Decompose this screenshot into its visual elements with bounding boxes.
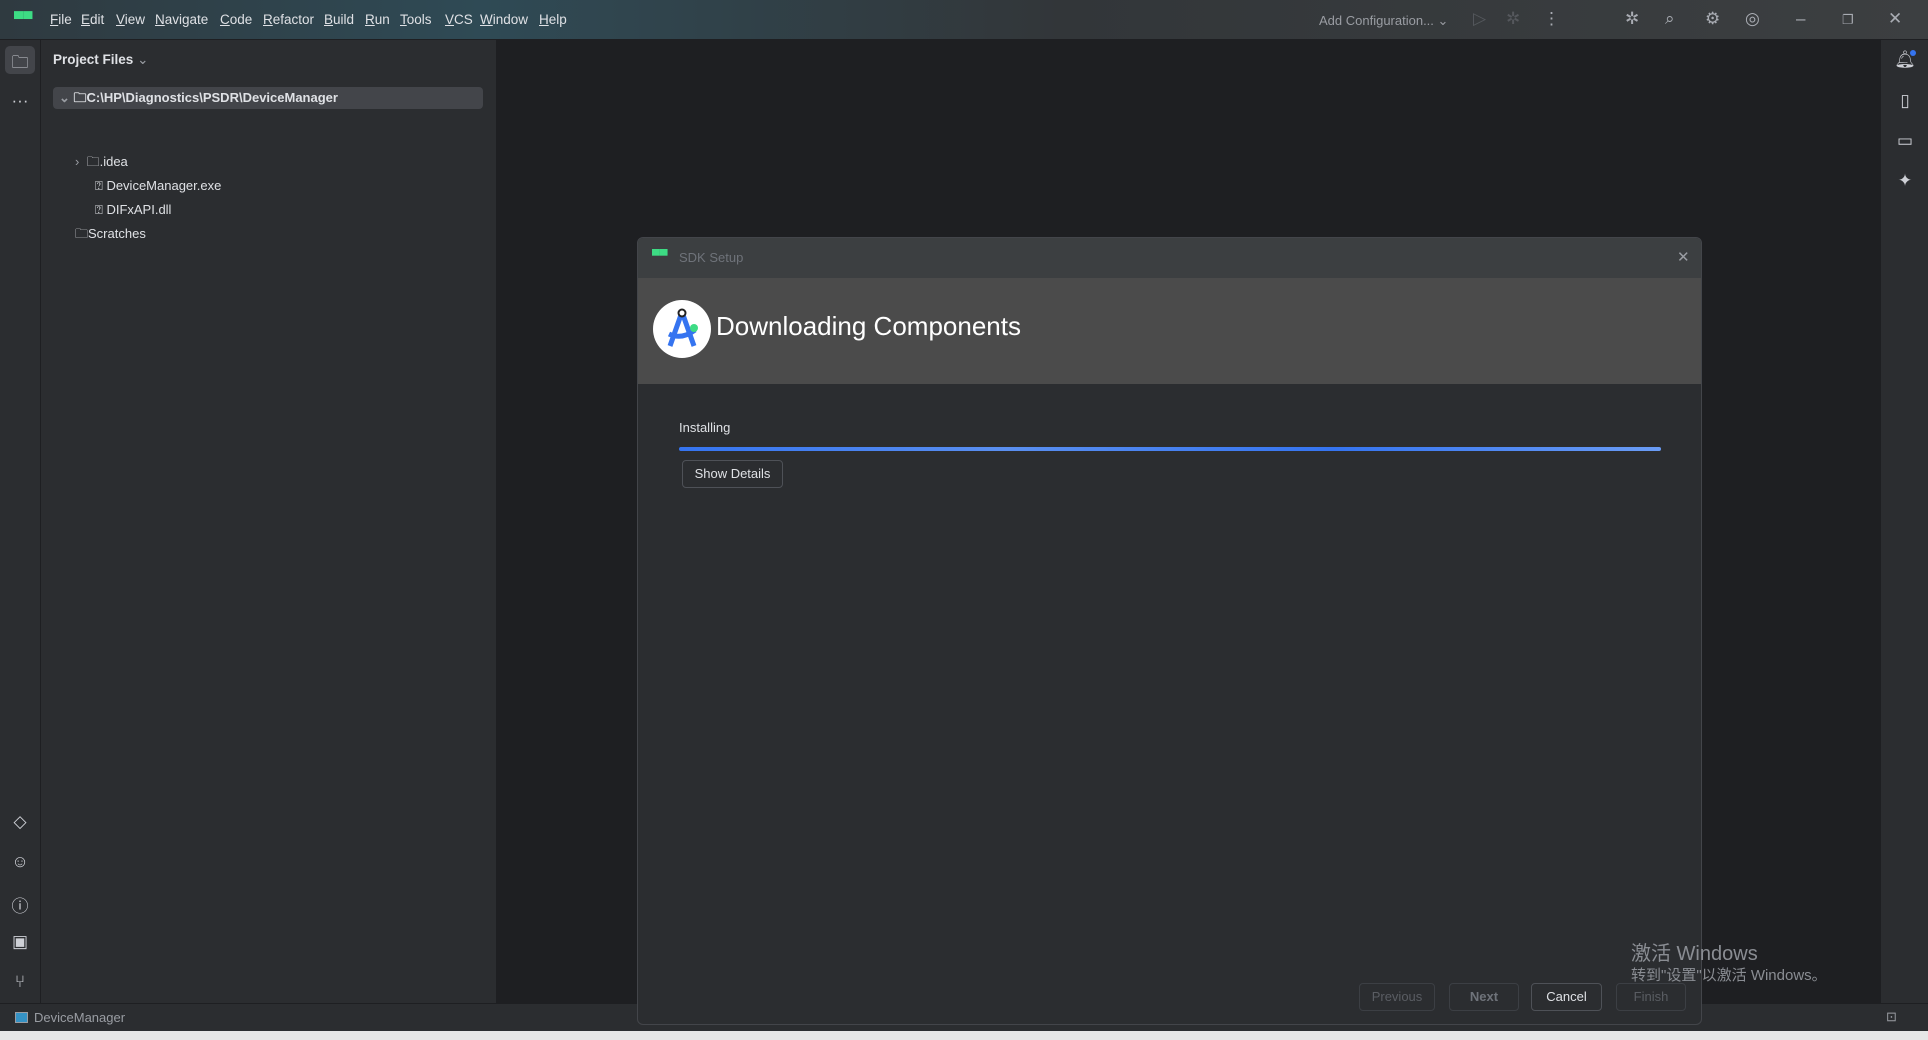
folder-icon[interactable]: 🗀 — [5, 50, 35, 79]
dialog-title-bar: ▀▀ SDK Setup ✕ — [638, 238, 1701, 278]
android-logo-icon: ▀▀ — [14, 11, 33, 26]
android-studio-logo-icon — [653, 300, 711, 358]
menu-window[interactable]: Window — [480, 12, 528, 27]
previous-button[interactable]: Previous — [1359, 983, 1435, 1011]
dialog-close-icon[interactable]: ✕ — [1677, 248, 1690, 266]
menu-vcs[interactable]: VCS — [445, 12, 473, 27]
menu-file[interactable]: File — [50, 12, 72, 27]
show-details-button[interactable]: Show Details — [682, 460, 783, 488]
device-manager-icon[interactable]: ▯ — [1890, 91, 1920, 111]
more-icon[interactable]: ⋮ — [1543, 9, 1560, 29]
folder-icon: 🗀 — [73, 90, 87, 105]
menu-edit[interactable]: Edit — [81, 12, 104, 27]
sdk-setup-dialog: ▀▀ SDK Setup ✕ Downloading Components In… — [637, 237, 1702, 1025]
menu-build[interactable]: Build — [324, 12, 354, 27]
more-horizontal-icon[interactable]: ··· — [5, 91, 35, 111]
dialog-header: Downloading Components — [638, 278, 1701, 384]
menu-run[interactable]: Run — [365, 12, 390, 27]
project-title: Project Files — [53, 52, 134, 67]
unknown-file-icon: ⍰ — [95, 178, 103, 193]
gem-icon[interactable]: ◇ — [5, 812, 35, 832]
item-label: DeviceManager.exe — [106, 178, 222, 193]
root-path: C:\HP\Diagnostics\PSDR\DeviceManager — [86, 90, 338, 105]
finish-button[interactable]: Finish — [1616, 983, 1686, 1011]
left-tool-strip: 🗀 ··· ◇ ☺ ⓘ ▣ ⑂ — [0, 40, 41, 1003]
logcat-icon[interactable]: ☺ — [5, 852, 35, 872]
ai-sparkle-icon[interactable]: ✦ — [1890, 171, 1920, 191]
menu-view[interactable]: View — [116, 12, 145, 27]
tree-root[interactable]: ⌄ 🗀C:\HP\Diagnostics\PSDR\DeviceManager — [53, 87, 483, 109]
tree-item-idea[interactable]: › 🗀.idea — [75, 151, 128, 173]
status-project[interactable]: DeviceManager — [34, 1010, 125, 1025]
dialog-heading: Downloading Components — [716, 311, 1021, 341]
tree-item-scratches[interactable]: 🗀Scratches — [75, 223, 146, 245]
folder-icon: 🗀 — [86, 154, 100, 169]
progress-bar — [679, 447, 1661, 451]
activation-watermark-subtitle: 转到"设置"以激活 Windows。 — [1631, 967, 1827, 984]
menu-code[interactable]: Code — [220, 12, 252, 27]
android-icon: ▀▀ — [652, 250, 668, 262]
dialog-title: SDK Setup — [679, 250, 744, 265]
chevron-down-icon: ⌄ — [137, 52, 149, 67]
bug-icon[interactable]: ✲ — [1625, 9, 1639, 29]
restore-icon[interactable]: ❐ — [1842, 12, 1854, 28]
menu-navigate[interactable]: Navigate — [155, 12, 208, 27]
unknown-file-icon: ⍰ — [95, 202, 103, 217]
menu-tools[interactable]: Tools — [400, 12, 432, 27]
terminal-icon[interactable]: ▣ — [5, 932, 35, 952]
run-icon[interactable]: ▷ — [1473, 9, 1486, 29]
git-branch-icon[interactable]: ⑂ — [5, 972, 35, 992]
progress-fill — [679, 447, 1661, 451]
next-button[interactable]: Next — [1449, 983, 1519, 1011]
menu-refactor[interactable]: Refactor — [263, 12, 314, 27]
feedback-icon[interactable]: ⊡ — [1886, 1009, 1897, 1025]
tree-item-exe[interactable]: ⍰ DeviceManager.exe — [95, 175, 221, 197]
folder-icon: 🗀 — [75, 226, 89, 241]
project-view-dropdown[interactable]: Project Files ⌄ — [53, 52, 148, 68]
run-configuration-dropdown[interactable]: Add Configuration... ⌄ — [1319, 13, 1448, 29]
search-icon[interactable]: ⌕ — [1665, 9, 1675, 29]
menu-help[interactable]: Help — [539, 12, 567, 27]
close-icon[interactable]: ✕ — [1888, 9, 1902, 29]
title-bar: ▀▀ File Edit View Navigate Code Refactor… — [0, 0, 1928, 40]
item-label: Scratches — [88, 226, 146, 241]
problems-icon[interactable]: ⓘ — [5, 892, 35, 917]
activation-watermark-title: 激活 Windows — [1631, 943, 1758, 965]
item-label: DIFxAPI.dll — [106, 202, 172, 217]
right-tool-strip: 🔔︎ ▯ ▭ ✦ — [1880, 40, 1928, 1003]
item-label: .idea — [99, 154, 128, 169]
module-icon — [15, 1012, 28, 1023]
install-status: Installing — [679, 420, 731, 435]
debug-icon[interactable]: ✲ — [1506, 9, 1520, 29]
account-icon[interactable]: ◎ — [1745, 9, 1760, 29]
project-panel: Project Files ⌄ ⌄ 🗀C:\HP\Diagnostics\PSD… — [41, 40, 497, 1003]
chevron-right-icon: › — [75, 154, 80, 169]
run-config-label: Add Configuration... — [1319, 13, 1434, 28]
cancel-button[interactable]: Cancel — [1531, 983, 1602, 1011]
running-devices-icon[interactable]: ▭ — [1890, 131, 1920, 151]
os-taskbar — [0, 1031, 1928, 1040]
notifications-icon[interactable]: 🔔︎ — [1890, 50, 1920, 70]
chevron-down-icon: ⌄ — [59, 90, 70, 105]
gear-icon[interactable]: ⚙ — [1705, 9, 1720, 29]
minimize-icon[interactable]: – — [1796, 9, 1805, 29]
tree-item-dll[interactable]: ⍰ DIFxAPI.dll — [95, 199, 171, 221]
chevron-down-icon: ⌄ — [1437, 13, 1449, 28]
